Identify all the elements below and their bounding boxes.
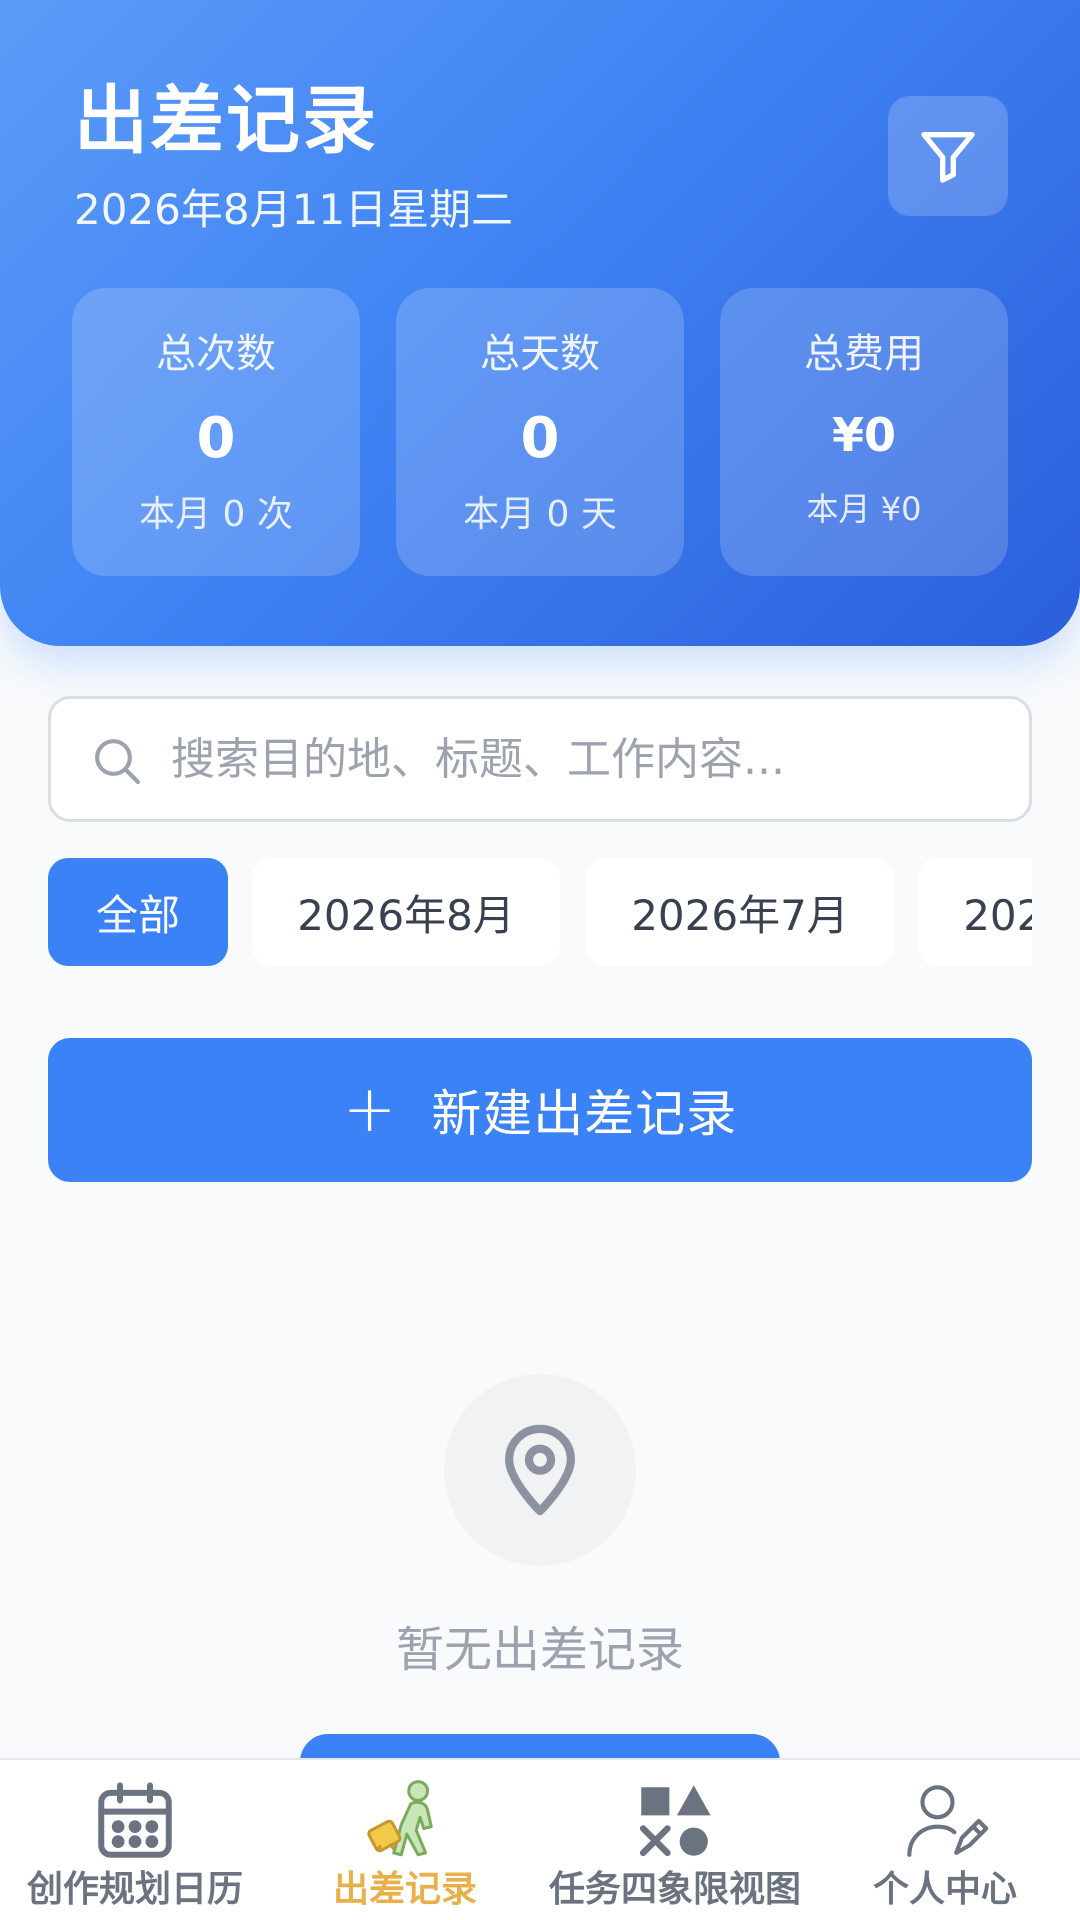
month-filter-chips: 全部 2026年8月 2026年7月 2026年6月 (48, 858, 1032, 966)
stat-label: 总次数 (156, 331, 276, 377)
chip-month[interactable]: 2026年8月 (252, 858, 560, 966)
stat-value: 0 (520, 406, 560, 471)
nav-item-profile[interactable]: 个人中心 (810, 1760, 1080, 1920)
nav-item-quadrant[interactable]: 任务四象限视图 (540, 1760, 810, 1920)
header: 出差记录 2026年8月11日星期二 总次数 0 本月 0 次 总天数 0 本月… (0, 0, 1080, 646)
stat-card-total-cost: 总费用 ¥0 本月 ¥0 (720, 288, 1008, 576)
traveler-icon (367, 1780, 433, 1857)
stat-value: 0 (196, 406, 236, 471)
empty-state-text: 暂无出差记录 (395, 1622, 684, 1678)
user-edit-icon (907, 1785, 989, 1857)
chip-month[interactable]: 2026年6月 (918, 858, 1032, 966)
nav-item-calendar[interactable]: 创作规划日历 (0, 1760, 270, 1920)
page: 出差记录 2026年8月11日星期二 总次数 0 本月 0 次 总天数 0 本月… (0, 0, 1080, 1920)
filter-icon (921, 132, 975, 183)
nav-label: 个人中心 (872, 1869, 1017, 1910)
nav-label: 任务四象限视图 (548, 1869, 801, 1910)
filter-button[interactable] (888, 96, 1008, 216)
stat-label: 总天数 (480, 331, 600, 377)
page-title: 出差记录 (74, 78, 378, 164)
chip-month[interactable]: 2026年7月 (586, 858, 894, 966)
stat-card-total-trips: 总次数 0 本月 0 次 (72, 288, 360, 576)
new-trip-label: 新建出差记录 (431, 1085, 738, 1143)
stat-label: 总费用 (804, 331, 924, 377)
stat-sub: 本月 ¥0 (806, 490, 922, 528)
nav-label: 出差记录 (332, 1869, 477, 1910)
search-icon (95, 739, 141, 785)
calendar-icon (98, 1782, 172, 1858)
nav-item-business-trip[interactable]: 出差记录 (270, 1760, 540, 1920)
nav-label: 创作规划日历 (26, 1869, 243, 1910)
shapes-icon (639, 1785, 711, 1857)
stat-sub: 本月 0 天 (463, 494, 617, 535)
search-input[interactable] (171, 719, 1001, 799)
plus-icon: + (342, 1073, 398, 1147)
stat-sub: 本月 0 次 (139, 494, 293, 535)
stat-card-total-days: 总天数 0 本月 0 天 (396, 288, 684, 576)
current-date: 2026年8月11日星期二 (74, 185, 514, 234)
bottom-nav: 创作规划日历 出差记录 任务四象限视图 个人中心 (0, 1758, 1080, 1920)
search-bar[interactable] (48, 696, 1032, 822)
empty-state-badge (444, 1374, 636, 1566)
chip-all[interactable]: 全部 (48, 858, 228, 966)
stat-value: ¥0 (831, 408, 896, 462)
location-pin-icon (505, 1424, 575, 1516)
new-trip-button[interactable]: + 新建出差记录 (48, 1038, 1032, 1182)
